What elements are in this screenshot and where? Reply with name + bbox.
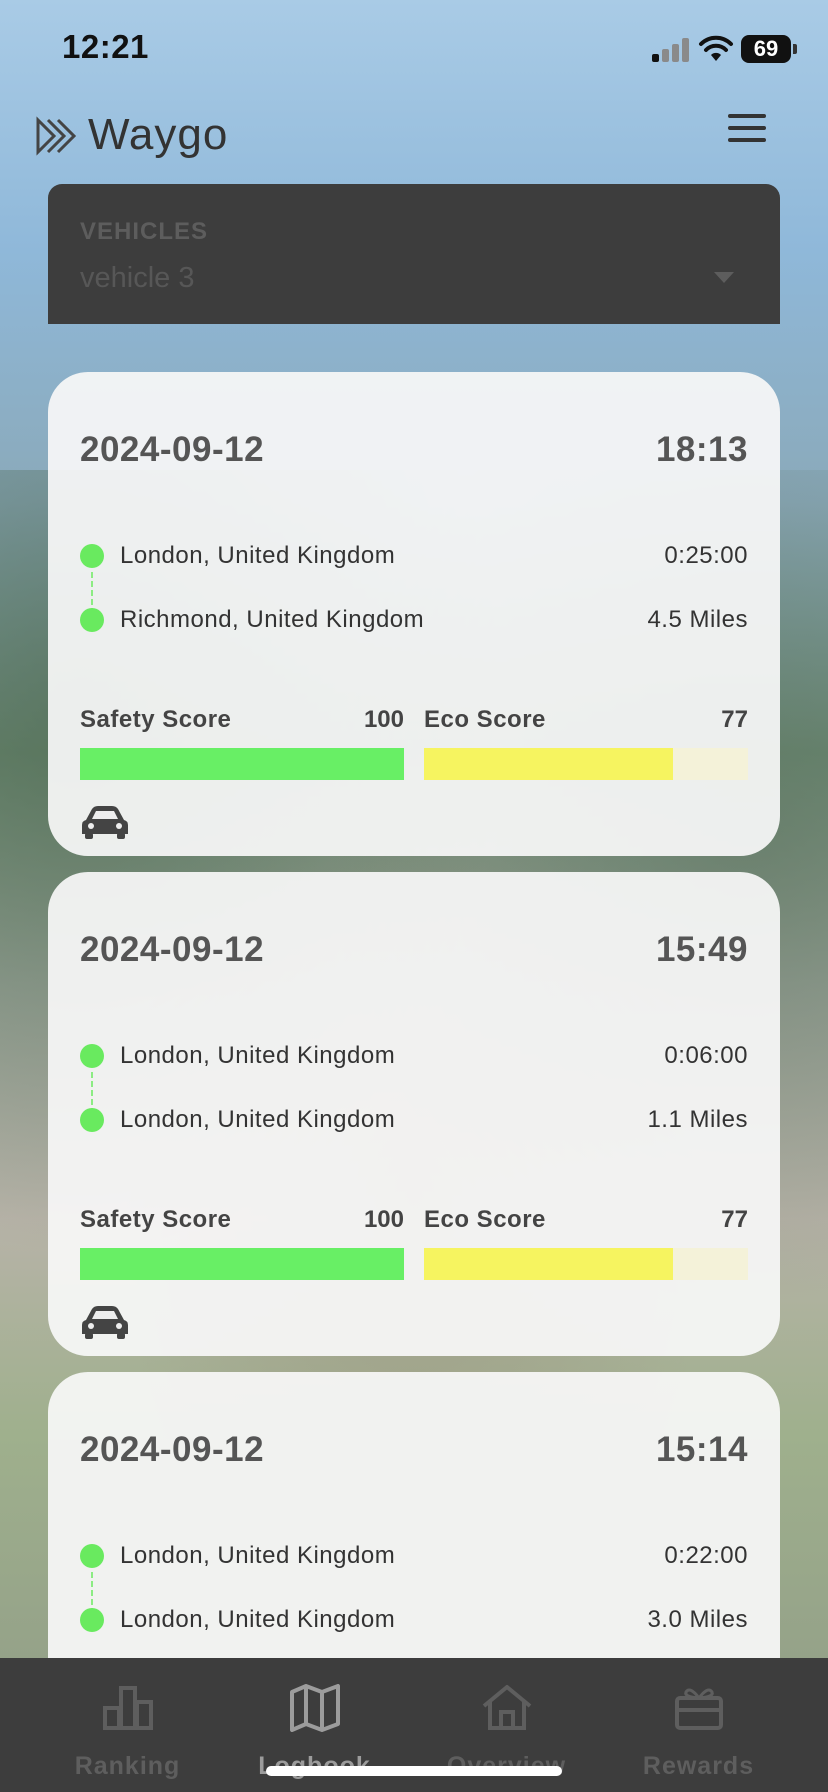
end-point-icon — [80, 1108, 104, 1132]
cellular-signal-icon — [652, 38, 690, 62]
trip-time: 18:13 — [655, 430, 748, 469]
safety-score-label: Safety Score — [80, 1206, 232, 1233]
vehicle-select[interactable]: VEHICLES vehicle 3 — [48, 184, 780, 324]
end-point-icon — [80, 1608, 104, 1632]
start-point-icon — [80, 1544, 104, 1568]
nav-label-rewards: Rewards — [642, 1752, 755, 1780]
trip-origin: London, United Kingdom — [120, 542, 396, 569]
safety-score-fill — [80, 1248, 404, 1280]
eco-score-label: Eco Score — [424, 706, 546, 733]
home-icon — [482, 1685, 532, 1730]
trip-route: London, United Kingdom 0:25:00 Richmond,… — [80, 542, 748, 633]
trip-duration: 0:25:00 — [664, 542, 748, 569]
safety-score-label: Safety Score — [80, 706, 232, 733]
safety-score: Safety Score 100 — [80, 1206, 404, 1286]
trip-distance: 1.1 Miles — [647, 1106, 748, 1133]
eco-score-fill — [424, 1248, 674, 1280]
start-point-icon — [80, 544, 104, 568]
trip-destination: London, United Kingdom — [120, 1106, 396, 1133]
safety-score-value: 100 — [363, 706, 404, 733]
trip-route: London, United Kingdom 0:06:00 London, U… — [80, 1042, 748, 1133]
nav-item-rewards[interactable]: Rewards — [595, 1658, 802, 1792]
trip-destination: Richmond, United Kingdom — [120, 606, 425, 633]
safety-score-bar — [80, 748, 404, 780]
vehicle-select-value: vehicle 3 — [80, 262, 195, 294]
trip-date: 2024-09-12 — [80, 430, 265, 469]
status-bar: 12:21 69 — [0, 0, 828, 100]
nav-label-ranking: Ranking — [74, 1752, 181, 1780]
car-icon — [82, 1306, 128, 1339]
eco-score-label: Eco Score — [424, 1206, 546, 1233]
safety-score-bar — [80, 1248, 404, 1280]
end-point-icon — [80, 608, 104, 632]
gift-icon — [675, 1688, 723, 1730]
trip-time: 15:49 — [655, 930, 748, 969]
eco-score: Eco Score 77 — [424, 706, 748, 786]
trip-card[interactable]: 2024-09-12 15:49 London, United Kingdom … — [48, 872, 780, 1356]
trip-duration: 0:06:00 — [664, 1042, 748, 1069]
eco-score-bar — [424, 1248, 748, 1280]
hamburger-icon — [728, 114, 766, 118]
safety-score: Safety Score 100 — [80, 706, 404, 786]
trip-card[interactable]: 2024-09-12 18:13 London, United Kingdom … — [48, 372, 780, 856]
eco-score-value: 77 — [721, 706, 748, 733]
trip-destination: London, United Kingdom — [120, 1606, 396, 1633]
map-icon — [290, 1684, 340, 1732]
safety-score-value: 100 — [363, 1206, 404, 1233]
eco-score-value: 77 — [721, 1206, 748, 1233]
trip-time: 15:14 — [655, 1430, 748, 1469]
app-title: Waygo — [88, 110, 229, 159]
bar-chart-icon — [103, 1686, 153, 1730]
logo-icon — [36, 116, 77, 156]
trip-date: 2024-09-12 — [80, 1430, 265, 1469]
home-indicator — [266, 1766, 562, 1776]
wifi-icon — [699, 35, 733, 61]
trip-distance: 4.5 Miles — [647, 606, 748, 633]
eco-score: Eco Score 77 — [424, 1206, 748, 1286]
eco-score-fill — [424, 748, 674, 780]
trip-route: London, United Kingdom 0:22:00 London, U… — [80, 1542, 748, 1633]
trip-duration: 0:22:00 — [664, 1542, 748, 1569]
trip-origin: London, United Kingdom — [120, 1042, 396, 1069]
menu-button[interactable] — [728, 114, 768, 146]
vehicle-select-label: VEHICLES — [80, 218, 209, 245]
nav-item-ranking[interactable]: Ranking — [24, 1658, 231, 1792]
status-time: 12:21 — [62, 28, 149, 65]
battery-icon: 69 — [741, 35, 797, 63]
trip-date: 2024-09-12 — [80, 930, 265, 969]
eco-score-bar — [424, 748, 748, 780]
trip-origin: London, United Kingdom — [120, 1542, 396, 1569]
car-icon — [82, 806, 128, 839]
safety-score-fill — [80, 748, 404, 780]
start-point-icon — [80, 1044, 104, 1068]
app-header: Waygo — [0, 100, 828, 180]
chevron-down-icon — [714, 272, 734, 283]
trip-distance: 3.0 Miles — [647, 1606, 748, 1633]
